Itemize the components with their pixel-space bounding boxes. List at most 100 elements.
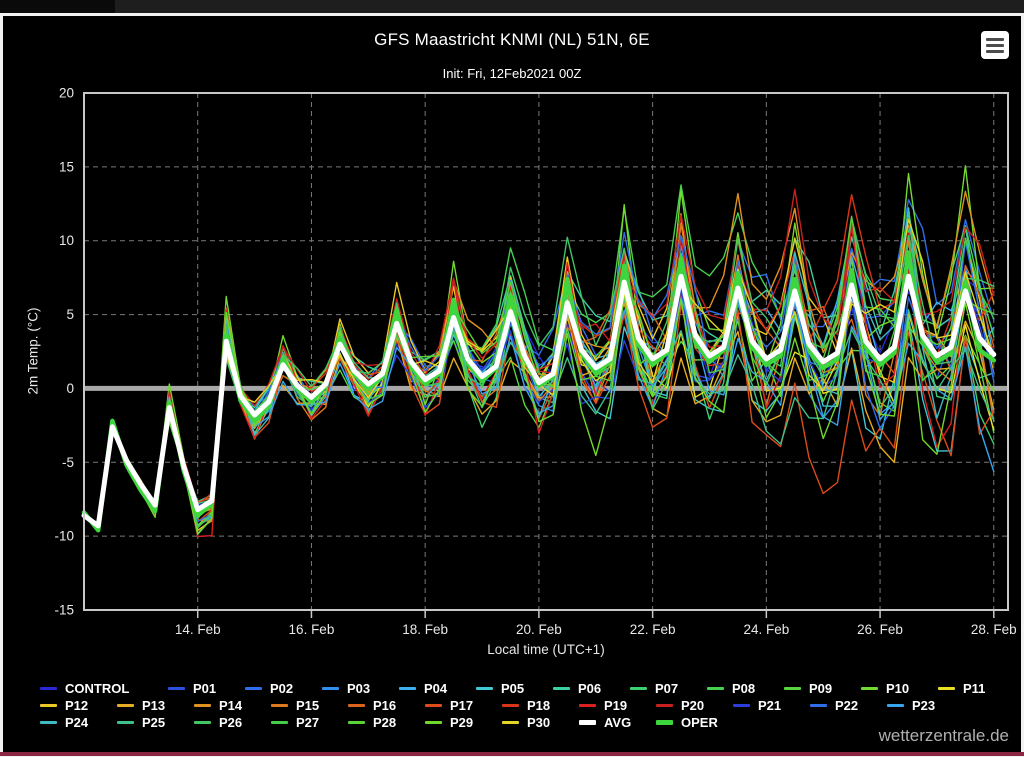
- legend-label: CONTROL: [65, 682, 129, 695]
- legend-item-p06: P06: [553, 682, 630, 695]
- legend-item-p09: P09: [784, 682, 861, 695]
- legend-item-oper: OPER: [656, 716, 733, 729]
- legend-swatch-p10: [861, 687, 878, 690]
- x-tick-label: 28. Feb: [971, 622, 1017, 637]
- legend-swatch-oper: [656, 720, 673, 725]
- legend-label: P10: [886, 682, 909, 695]
- legend-swatch-p26: [194, 721, 211, 724]
- legend-label: P29: [450, 716, 473, 729]
- legend-label: P13: [142, 699, 165, 712]
- legend-item-p30: P30: [502, 716, 579, 729]
- legend-label: P24: [65, 716, 88, 729]
- x-tick-label: 22. Feb: [630, 622, 676, 637]
- legend-swatch-p09: [784, 687, 801, 690]
- legend-label: P25: [142, 716, 165, 729]
- legend-item-p22: P22: [810, 699, 887, 712]
- chart-panel: GFS Maastricht KNMI (NL) 51N, 6E Init: F…: [3, 16, 1021, 752]
- legend-label: P27: [296, 716, 319, 729]
- legend-item-p14: P14: [194, 699, 271, 712]
- legend-item-p27: P27: [271, 716, 348, 729]
- legend-swatch-p27: [271, 721, 288, 724]
- legend-label: P01: [193, 682, 216, 695]
- legend-swatch-p01: [168, 687, 185, 690]
- x-tick-label: 20. Feb: [516, 622, 562, 637]
- legend-swatch-p30: [502, 721, 519, 724]
- legend-label: P06: [578, 682, 601, 695]
- legend-row: P12 P13 P14 P15 P16 P17 P18 P19 P20 P21 P22 P23: [40, 697, 1020, 714]
- legend-swatch-p19: [579, 704, 596, 707]
- legend-item-p05: P05: [476, 682, 553, 695]
- legend-label: OPER: [681, 716, 718, 729]
- legend-item-p15: P15: [271, 699, 348, 712]
- legend-item-p18: P18: [502, 699, 579, 712]
- y-tick-label: -5: [62, 455, 74, 470]
- legend-item-p29: P29: [425, 716, 502, 729]
- legend-label: P08: [732, 682, 755, 695]
- legend-item-p28: P28: [348, 716, 425, 729]
- legend-label: P07: [655, 682, 678, 695]
- legend-item-p03: P03: [322, 682, 399, 695]
- legend-label: AVG: [604, 716, 631, 729]
- legend-item-p24: P24: [40, 716, 117, 729]
- legend-item-p07: P07: [630, 682, 707, 695]
- legend-label: P26: [219, 716, 242, 729]
- legend-swatch-avg: [579, 720, 596, 725]
- legend-swatch-p24: [40, 721, 57, 724]
- legend-item-p11: P11: [938, 682, 1015, 695]
- legend-swatch-p16: [348, 704, 365, 707]
- legend-swatch-p14: [194, 704, 211, 707]
- y-tick-label: -15: [54, 603, 74, 618]
- legend-swatch-p04: [399, 687, 416, 690]
- x-tick-label: 18. Feb: [402, 622, 448, 637]
- legend-label: P22: [835, 699, 858, 712]
- legend-item-p25: P25: [117, 716, 194, 729]
- legend-label: P15: [296, 699, 319, 712]
- legend-label: P11: [963, 682, 985, 695]
- legend-item-p21: P21: [733, 699, 810, 712]
- legend-swatch-p06: [553, 687, 570, 690]
- legend-swatch-p20: [656, 704, 673, 707]
- y-tick-label: -10: [54, 529, 74, 544]
- legend-swatch-p15: [271, 704, 288, 707]
- legend-swatch-p13: [117, 704, 134, 707]
- legend-item-p04: P04: [399, 682, 476, 695]
- legend-swatch-p21: [733, 704, 750, 707]
- legend: CONTROL P01 P02 P03 P04 P05 P06 P07 P08 P09 P10 P11…: [40, 680, 1020, 731]
- legend-swatch-p25: [117, 721, 134, 724]
- legend-swatch-p05: [476, 687, 493, 690]
- y-tick-label: 5: [66, 307, 74, 322]
- legend-label: P17: [450, 699, 473, 712]
- legend-label: P21: [758, 699, 781, 712]
- x-axis-title: Local time (UTC+1): [84, 642, 1008, 657]
- legend-item-p23: P23: [887, 699, 964, 712]
- legend-label: P02: [270, 682, 293, 695]
- legend-item-p12: P12: [40, 699, 117, 712]
- legend-item-p26: P26: [194, 716, 271, 729]
- x-tick-label: 26. Feb: [857, 622, 903, 637]
- bottom-red-line: [0, 752, 1024, 756]
- legend-label: P23: [912, 699, 935, 712]
- legend-label: P05: [501, 682, 524, 695]
- y-tick-label: 20: [59, 86, 74, 101]
- legend-swatch-p18: [502, 704, 519, 707]
- legend-label: P03: [347, 682, 370, 695]
- legend-label: P18: [527, 699, 550, 712]
- watermark: wetterzentrale.de: [879, 726, 1009, 746]
- legend-item-p01: P01: [168, 682, 245, 695]
- legend-item-p10: P10: [861, 682, 938, 695]
- legend-item-p02: P02: [245, 682, 322, 695]
- legend-swatch-p03: [322, 687, 339, 690]
- legend-item-p16: P16: [348, 699, 425, 712]
- legend-item-p08: P08: [707, 682, 784, 695]
- browser-chrome-left-segment: [0, 0, 115, 13]
- legend-swatch-p23: [887, 704, 904, 707]
- legend-item-p13: P13: [117, 699, 194, 712]
- legend-row: P24 P25 P26 P27 P28 P29 P30 AVG OPER: [40, 714, 1020, 731]
- legend-label: P20: [681, 699, 704, 712]
- y-tick-label: 0: [66, 381, 74, 396]
- legend-label: P19: [604, 699, 627, 712]
- legend-swatch-control: [40, 687, 57, 690]
- legend-swatch-p22: [810, 704, 827, 707]
- legend-swatch-p02: [245, 687, 262, 690]
- legend-row: CONTROL P01 P02 P03 P04 P05 P06 P07 P08 P09 P10 P11: [40, 680, 1020, 697]
